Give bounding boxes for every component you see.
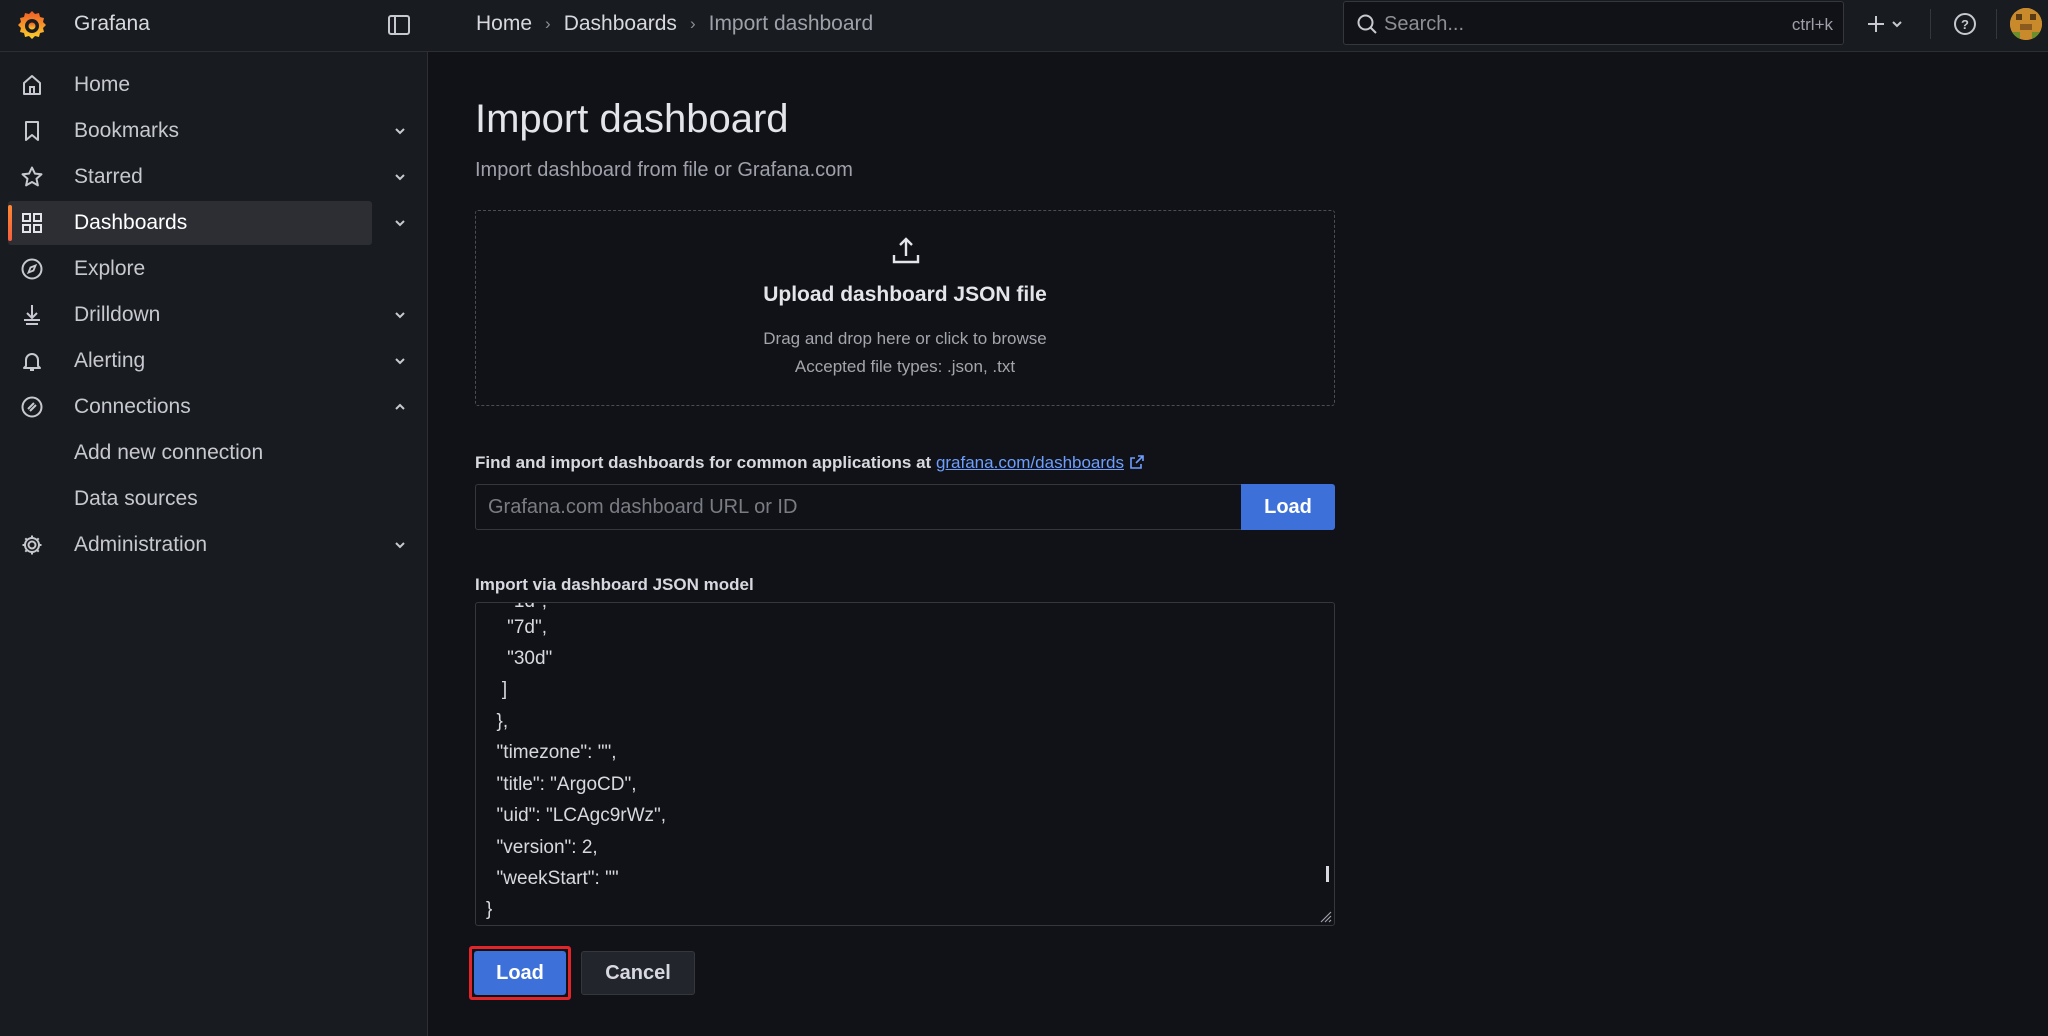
chevron-down-icon[interactable] (390, 213, 410, 233)
compass-icon (21, 258, 43, 280)
new-plus-icon[interactable] (1864, 10, 1910, 38)
breadcrumb: Home › Dashboards › Import dashboard (476, 12, 873, 36)
sidebar-item-label: Bookmarks (74, 119, 180, 142)
json-line: "version": 2, (486, 837, 598, 858)
top-bar: Grafana Home › Dashboards › Import dashb… (0, 0, 2048, 52)
chevron-down-icon[interactable] (390, 121, 410, 141)
star-icon (21, 166, 43, 187)
upload-dropzone[interactable]: Upload dashboard JSON file Drag and drop… (475, 210, 1335, 406)
divider (1996, 9, 1997, 39)
sidebar: Home Bookmarks Starred Dashboards Explor… (0, 52, 428, 1036)
grafana-url-input[interactable] (475, 484, 1242, 530)
json-line: "timezone": "", (486, 742, 617, 763)
breadcrumb-current: Import dashboard (708, 12, 874, 35)
breadcrumb-separator-icon: › (545, 14, 551, 33)
cancel-button[interactable]: Cancel (581, 951, 695, 995)
user-avatar-icon (2010, 8, 2042, 40)
upload-file-types: Accepted file types: .json, .txt (794, 357, 1016, 376)
main-content: Import dashboard Import dashboard from f… (429, 53, 2048, 1036)
sidebar-item-label: Starred (74, 165, 143, 188)
breadcrumb-dashboards[interactable]: Dashboards (564, 12, 677, 36)
json-line: "7d", (486, 617, 548, 638)
sidebar-item-administration[interactable]: Administration (8, 523, 372, 567)
sidebar-item-label: Home (74, 73, 131, 96)
chevron-down-icon[interactable] (390, 305, 410, 325)
cog-icon (22, 535, 42, 555)
json-line: } (486, 899, 493, 920)
upload-title: Upload dashboard JSON file (763, 283, 1047, 306)
sidebar-item-label: Alerting (74, 349, 146, 372)
json-line: ] (486, 679, 508, 700)
sidebar-item-starred[interactable]: Starred (8, 155, 372, 199)
find-label-text: Find and import dashboards for common ap… (475, 453, 932, 472)
sidebar-item-connections[interactable]: Connections (8, 385, 372, 429)
sidebar-item-label: Drilldown (74, 303, 161, 326)
sidebar-item-alerting[interactable]: Alerting (8, 339, 372, 383)
scrollbar[interactable] (1326, 866, 1329, 882)
chevron-up-icon[interactable] (390, 397, 410, 417)
load-button[interactable]: Load (474, 951, 566, 995)
external-link-icon (1129, 455, 1144, 469)
json-line: "uid": "LCAgc9rWz", (486, 805, 667, 826)
search-bar[interactable]: Search... ctrl+k (1343, 1, 1844, 45)
sidebar-item-data-sources[interactable]: Data sources (8, 477, 372, 521)
chevron-down-icon[interactable] (390, 167, 410, 187)
upload-icon (892, 237, 920, 264)
sidebar-item-bookmarks[interactable]: Bookmarks (8, 109, 372, 153)
page-title: Import dashboard (475, 97, 789, 141)
json-line: }, (486, 711, 509, 732)
svg-text:?: ? (1961, 17, 1969, 32)
bell-icon (23, 353, 41, 371)
url-load-button[interactable]: Load (1241, 484, 1335, 530)
sidebar-item-label: Data sources (74, 487, 198, 510)
json-line: "weekStart": "" (486, 868, 619, 889)
apps-icon (22, 213, 42, 233)
json-line: "30d" (486, 648, 553, 669)
help-icon[interactable]: ? (1951, 10, 1979, 38)
search-shortcut: ctrl+k (1791, 15, 1833, 34)
avatar[interactable] (2010, 8, 2042, 40)
chevron-down-icon[interactable] (390, 351, 410, 371)
chevron-down-icon[interactable] (390, 535, 410, 555)
page-subtitle: Import dashboard from file or Grafana.co… (475, 159, 853, 181)
divider (1930, 9, 1931, 39)
json-line: "title": "ArgoCD", (486, 774, 637, 795)
search-placeholder: Search... (1384, 13, 1465, 35)
dock-menu-icon[interactable] (386, 12, 412, 38)
breadcrumb-home[interactable]: Home (476, 12, 532, 36)
sidebar-item-home[interactable]: Home (8, 63, 372, 107)
sidebar-item-label: Administration (74, 533, 208, 556)
home-icon (23, 75, 41, 95)
sidebar-item-explore[interactable]: Explore (8, 247, 372, 291)
sidebar-item-drilldown[interactable]: Drilldown (8, 293, 372, 337)
link-icon (21, 396, 43, 418)
search-icon (1357, 14, 1377, 34)
breadcrumb-separator-icon: › (689, 14, 696, 33)
sidebar-item-label: Dashboards (74, 211, 188, 234)
bookmark-icon (25, 121, 39, 141)
upload-hint: Drag and drop here or click to browse (763, 329, 1047, 348)
sidebar-item-label: Explore (74, 257, 146, 280)
resize-handle-icon[interactable] (1318, 909, 1332, 923)
json-model-textarea[interactable]: "1d", "7d", "30d" ] }, "timezone": "", "… (475, 602, 1335, 926)
json-line: "1d", (486, 603, 547, 613)
sidebar-item-dashboards[interactable]: Dashboards (8, 201, 372, 245)
grafana-logo[interactable] (14, 8, 50, 44)
sidebar-item-label: Connections (74, 395, 191, 418)
drilldown-icon (24, 305, 40, 325)
grafana-dashboards-link[interactable]: grafana.com/dashboards (936, 453, 1124, 472)
sidebar-item-label: Add new connection (74, 441, 264, 464)
find-dashboards-label: Find and import dashboards for common ap… (475, 453, 1145, 473)
app-name: Grafana (74, 12, 150, 35)
json-model-label: Import via dashboard JSON model (475, 575, 754, 594)
sidebar-item-add-new-connection[interactable]: Add new connection (8, 431, 372, 475)
